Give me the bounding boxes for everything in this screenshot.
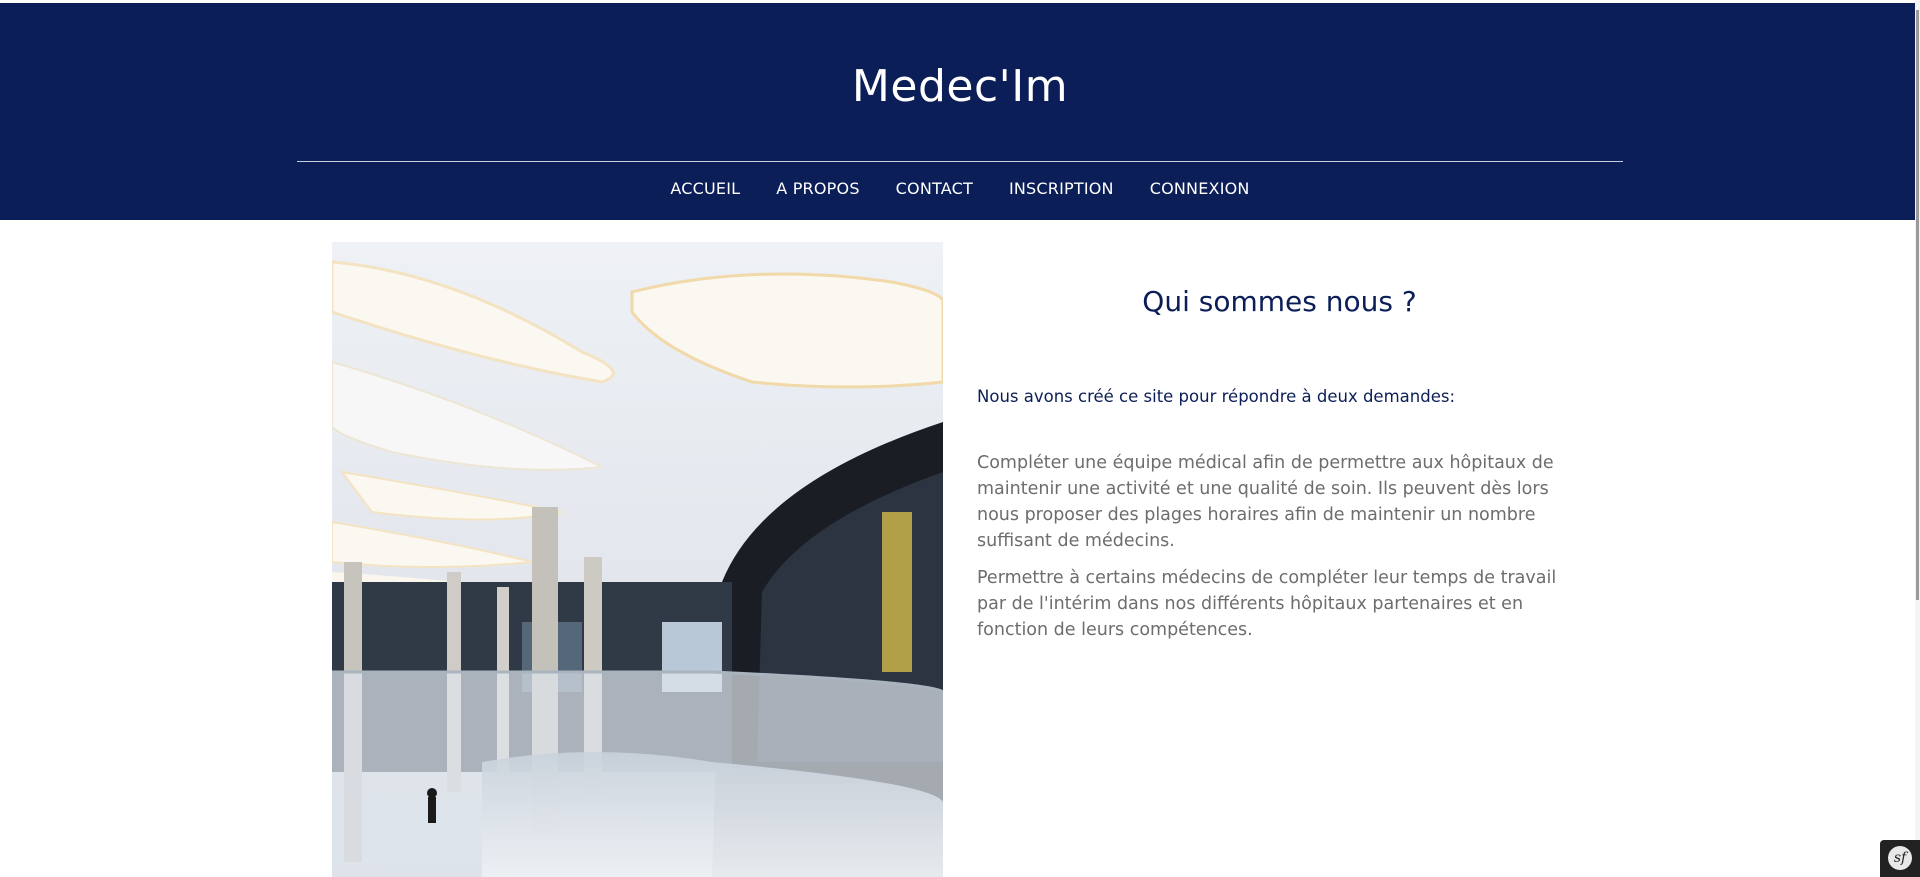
about-paragraph: Compléter une équipe médical afin de per… [977,453,1554,551]
nav-item-contact[interactable]: CONTACT [896,179,973,198]
main-nav: ACCUEIL A PROPOS CONTACT INSCRIPTION CON… [0,179,1920,198]
hero-image [332,242,943,877]
nav-item-inscription[interactable]: INSCRIPTION [1009,179,1114,198]
nav-item-a-propos[interactable]: A PROPOS [776,179,859,198]
about-section: Qui sommes nous ? Nous avons créé ce sit… [977,242,1582,643]
scrollbar-thumb[interactable] [1916,10,1919,600]
nav-item-connexion[interactable]: CONNEXION [1150,179,1250,198]
nav-item-accueil[interactable]: ACCUEIL [670,179,740,198]
debug-toolbar-toggle[interactable]: sf [1880,840,1920,877]
site-header: Medec'Im ACCUEIL A PROPOS CONTACT INSCRI… [0,3,1920,220]
symfony-logo-icon: sf [1888,846,1912,870]
about-heading: Qui sommes nous ? [1142,285,1417,318]
about-intro: Nous avons créé ce site pour répondre à … [977,387,1456,406]
about-paragraph: Permettre à certains médecins de complét… [977,568,1557,640]
site-title: Medec'Im [851,61,1069,112]
header-divider [297,161,1623,162]
